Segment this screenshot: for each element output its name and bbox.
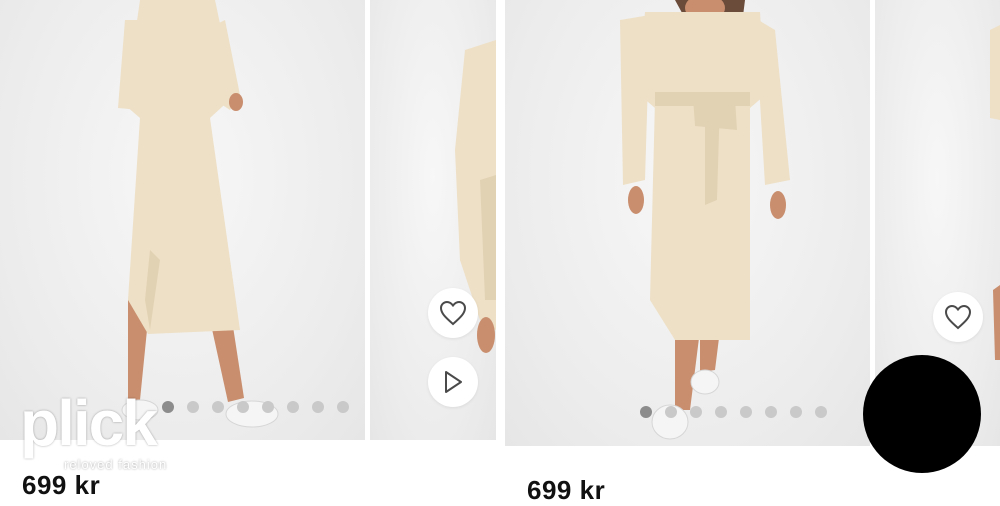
pagination-dot[interactable]: [212, 401, 224, 413]
plick-logo: plick reloved fashion: [20, 387, 200, 472]
pagination-dot[interactable]: [262, 401, 274, 413]
heart-icon: [439, 300, 467, 326]
product-price: 699 kr: [527, 475, 606, 505]
pagination-dot[interactable]: [640, 406, 652, 418]
pagination-dot[interactable]: [690, 406, 702, 418]
play-icon: [445, 371, 462, 393]
pagination-dot[interactable]: [790, 406, 802, 418]
heart-icon: [944, 304, 972, 330]
pagination-dot[interactable]: [287, 401, 299, 413]
pagination-dot[interactable]: [237, 401, 249, 413]
pagination-dot[interactable]: [665, 406, 677, 418]
pagination-dot[interactable]: [765, 406, 777, 418]
favorite-button[interactable]: [428, 288, 478, 338]
overlay-circle: [863, 355, 981, 473]
pagination-dot[interactable]: [715, 406, 727, 418]
image-pagination-dots[interactable]: [640, 406, 827, 418]
product-price: 699 kr: [22, 470, 101, 500]
product-photo-front-view: [620, 0, 790, 440]
pagination-dot[interactable]: [740, 406, 752, 418]
play-video-button[interactable]: [428, 357, 478, 407]
product-card-3-image[interactable]: [505, 0, 870, 446]
product-card-2-image[interactable]: [370, 0, 496, 440]
pagination-dot[interactable]: [337, 401, 349, 413]
favorite-button[interactable]: [933, 292, 983, 342]
logo-wordmark: plick: [20, 387, 158, 459]
product-photo-back-view: [118, 0, 279, 428]
logo-tagline: reloved fashion: [64, 457, 168, 472]
product-card-1-image[interactable]: [0, 0, 365, 440]
pagination-dot[interactable]: [815, 406, 827, 418]
pagination-dot[interactable]: [312, 401, 324, 413]
